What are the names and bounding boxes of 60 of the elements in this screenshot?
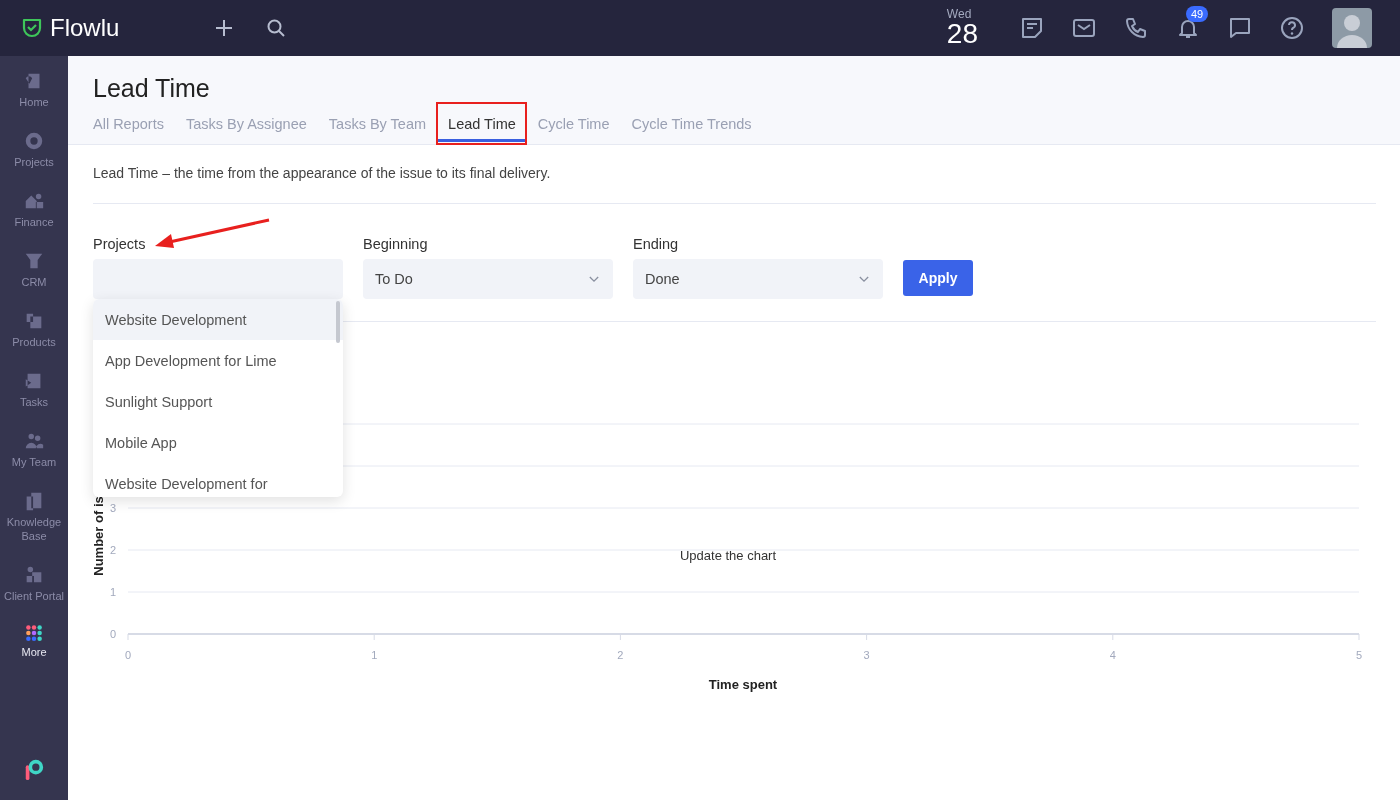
sidebar-item[interactable]: Client Portal xyxy=(4,564,64,603)
apply-button[interactable]: Apply xyxy=(903,260,973,296)
shield-check-icon xyxy=(20,16,44,40)
y-axis-title: Number of is xyxy=(91,496,106,576)
scrollbar[interactable] xyxy=(336,301,340,343)
page-title: Lead Time xyxy=(93,74,211,103)
chevron-down-icon xyxy=(589,275,599,283)
y-tick-label: 3 xyxy=(109,502,116,514)
sidebar-item[interactable]: More xyxy=(4,624,64,659)
sidebar-item[interactable]: Finance xyxy=(4,190,64,229)
add-icon[interactable] xyxy=(214,18,234,38)
filter-label: Beginning xyxy=(363,236,428,252)
day-number: 28 xyxy=(946,20,978,48)
x-axis-title: Time spent xyxy=(708,677,778,692)
dropdown-option[interactable]: App Development for Lime xyxy=(93,340,343,381)
sidebar-item[interactable]: Products xyxy=(4,310,64,349)
help-icon[interactable] xyxy=(1280,16,1304,40)
note-icon[interactable] xyxy=(1020,16,1044,40)
sidebar-item[interactable]: Tasks xyxy=(4,370,64,409)
report-tab[interactable]: Cycle Time Trends xyxy=(620,110,763,142)
report-tab[interactable]: Tasks By Assignee xyxy=(174,110,318,142)
x-tick-label: 3 xyxy=(863,649,870,661)
app-logo[interactable]: Flowlu xyxy=(50,14,120,42)
dropdown-option[interactable]: Mobile App xyxy=(93,422,343,463)
x-tick-label: 2 xyxy=(617,649,624,661)
chevron-down-icon xyxy=(859,275,869,283)
report-tab[interactable]: Cycle Time xyxy=(526,110,621,142)
select-field[interactable]: Done xyxy=(633,259,883,299)
sidebar-item[interactable]: Knowledge Base xyxy=(4,490,64,543)
sidebar-item[interactable]: Projects xyxy=(4,130,64,169)
description-text: Lead Time – the time from the appearance of the issue to its final delivery. xyxy=(93,165,552,181)
dropdown-option[interactable]: Website Development xyxy=(93,299,343,340)
y-tick-label: 1 xyxy=(109,586,116,598)
select-field[interactable]: To Do xyxy=(363,259,613,299)
dropdown-option[interactable]: Sunlight Support xyxy=(93,381,343,422)
filter-label: Projects xyxy=(93,236,146,252)
brand-mark-icon[interactable] xyxy=(23,758,45,780)
report-tab[interactable]: Lead Time xyxy=(437,110,527,142)
x-tick-label: 4 xyxy=(1109,649,1116,661)
report-tab[interactable]: All Reports xyxy=(93,110,175,142)
report-tab[interactable]: Tasks By Team xyxy=(317,110,438,142)
x-tick-label: 0 xyxy=(124,649,132,661)
sidebar-item[interactable]: Home xyxy=(4,70,64,109)
search-icon[interactable] xyxy=(266,18,286,38)
dropdown-option[interactable]: Website Development for xyxy=(93,463,343,497)
weekday-label: Wed xyxy=(946,8,973,20)
filter-label: Ending xyxy=(633,236,679,252)
mail-icon[interactable] xyxy=(1072,16,1096,40)
sidebar-item[interactable]: CRM xyxy=(4,250,64,289)
notification-badge: 49 xyxy=(1186,6,1209,22)
y-tick-label: 0 xyxy=(109,628,116,640)
dots-grid-icon xyxy=(25,624,43,642)
phone-icon[interactable] xyxy=(1124,16,1148,40)
chat-icon[interactable] xyxy=(1228,16,1252,40)
y-tick-label: 2 xyxy=(109,544,116,556)
ring-icon xyxy=(23,130,45,152)
x-tick-label: 5 xyxy=(1355,649,1363,661)
chart-message: Update the chart xyxy=(679,548,777,563)
x-tick-label: 1 xyxy=(371,649,378,661)
sidebar-item[interactable]: My Team xyxy=(4,430,64,469)
